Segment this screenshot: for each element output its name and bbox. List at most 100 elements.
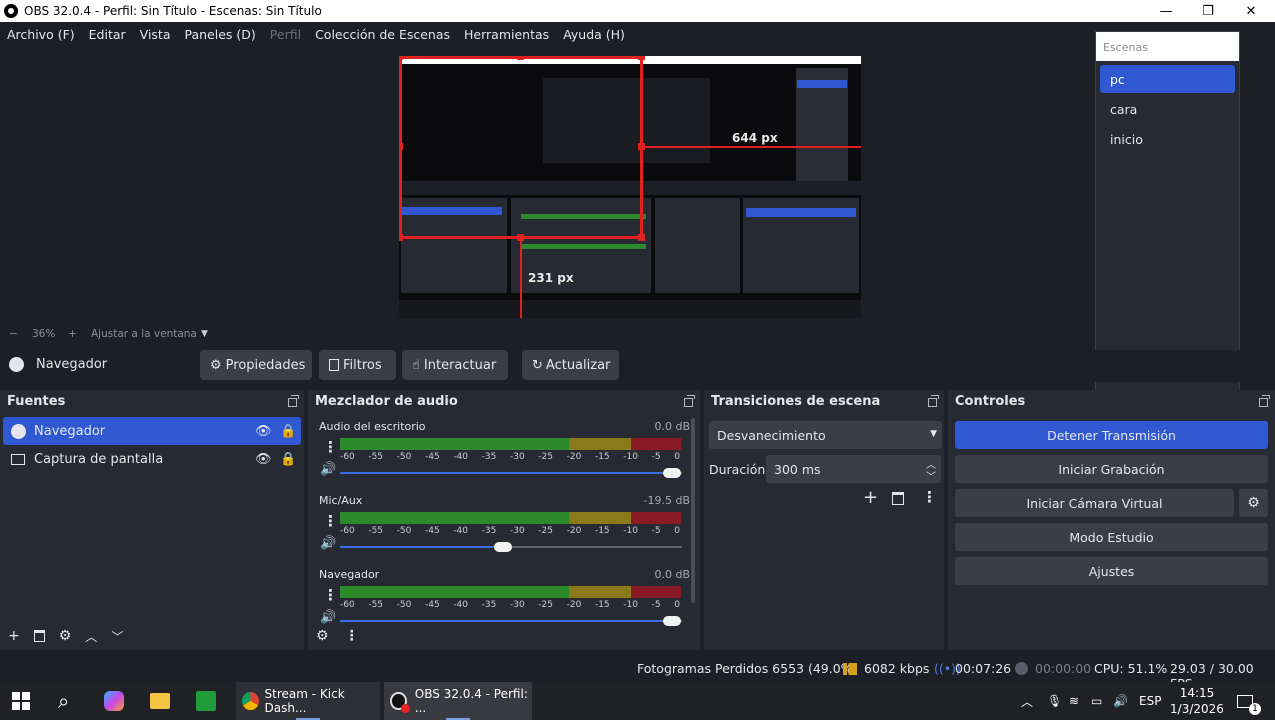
start-recording-button[interactable]: Iniciar Grabación (955, 455, 1268, 483)
mixer-menu-icon[interactable]: ⋮ (345, 628, 359, 644)
stop-streaming-button[interactable]: Detener Transmisión (955, 421, 1268, 449)
menu-herramientas[interactable]: Herramientas (457, 27, 556, 42)
menu-editar[interactable]: Editar (82, 27, 133, 42)
speaker-icon[interactable]: 🔊 (320, 462, 336, 477)
taskbar-app-stream[interactable]: Stream - Kick Dash... (236, 682, 380, 720)
windows-start-icon[interactable] (12, 682, 34, 720)
menu-vista[interactable]: Vista (133, 27, 178, 42)
file-explorer-icon[interactable] (150, 682, 170, 720)
lock-icon[interactable]: 🔒 (280, 424, 296, 439)
close-button[interactable]: ✕ (1230, 0, 1272, 22)
remove-source-icon[interactable] (33, 630, 45, 642)
lock-icon[interactable]: 🔒 (280, 452, 296, 467)
add-source-icon[interactable]: + (8, 628, 20, 644)
scene-item-cara[interactable]: cara (1100, 95, 1235, 123)
resize-handle-tr[interactable] (638, 56, 645, 60)
visibility-eye-icon[interactable]: 👁 (255, 424, 272, 439)
move-down-icon[interactable]: ﹀ (111, 628, 123, 645)
menu-coleccion-escenas[interactable]: Colección de Escenas (308, 27, 457, 42)
search-icon[interactable]: ⌕ (58, 682, 69, 720)
record-icon (1015, 662, 1028, 675)
scale-tick-label: -60 (340, 526, 355, 536)
menu-paneles[interactable]: Paneles (D) (178, 27, 263, 42)
width-guide (642, 146, 861, 148)
resize-handle-r[interactable] (638, 143, 645, 150)
volume-handle[interactable] (663, 468, 681, 478)
undock-icon[interactable] (928, 395, 939, 407)
language-indicator[interactable]: ESP (1139, 682, 1161, 720)
channel-menu-icon[interactable]: ⋮ (323, 512, 338, 530)
filters-button[interactable]: Filtros (319, 350, 396, 380)
scale-tick-label: -20 (566, 452, 582, 462)
volume-slider[interactable] (340, 468, 682, 478)
zoom-out-button[interactable]: − (9, 328, 18, 340)
resize-handle-bl[interactable] (399, 234, 403, 241)
filter-icon (329, 359, 339, 371)
start-virtual-camera-button[interactable]: Iniciar Cámara Virtual (955, 489, 1234, 517)
remove-transition-icon[interactable] (892, 492, 904, 505)
minimize-button[interactable]: — (1145, 0, 1187, 22)
scale-tick-label: -30 (509, 526, 525, 536)
add-transition-icon[interactable]: + (863, 487, 878, 508)
zoom-in-button[interactable]: + (68, 328, 77, 340)
menu-ayuda[interactable]: Ayuda (H) (556, 27, 632, 42)
studio-mode-button[interactable]: Modo Estudio (955, 523, 1268, 551)
scale-tick-label: -60 (340, 452, 355, 462)
volume-handle[interactable] (494, 542, 512, 552)
channel-menu-icon[interactable]: ⋮ (323, 586, 338, 604)
volume-icon[interactable]: 🔊 (1113, 682, 1128, 720)
advanced-audio-icon[interactable]: ⚙ (316, 628, 329, 644)
restore-button[interactable]: ❐ (1187, 0, 1229, 22)
virtual-camera-settings-icon[interactable]: ⚙ (1239, 489, 1268, 517)
fit-window-button[interactable]: Ajustar a la ventana (91, 328, 197, 340)
source-item-captura[interactable]: Captura de pantalla 👁 🔒 (3, 445, 301, 473)
show-hidden-icons-icon[interactable]: ︿ (1021, 682, 1033, 720)
settings-button[interactable]: Ajustes (955, 557, 1268, 585)
wifi-icon[interactable]: ≋ (1069, 682, 1079, 720)
resize-handle-l[interactable] (399, 143, 403, 150)
mixer-scrollbar[interactable] (691, 418, 695, 603)
channel-name: Audio del escritorio (319, 420, 426, 433)
transition-select[interactable]: Desvanecimiento ▼ (709, 421, 942, 449)
menu-perfil[interactable]: Perfil (263, 27, 308, 42)
volume-fill (340, 472, 672, 474)
resize-handle-br[interactable] (638, 234, 645, 241)
microphone-icon[interactable]: 🎙 (1047, 682, 1062, 720)
duration-spinbox[interactable]: 300 ms ︿ ﹀ (766, 455, 941, 483)
filters-label: Filtros (343, 357, 382, 373)
menu-archivo[interactable]: Archivo (F) (0, 27, 82, 42)
transition-menu-icon[interactable]: ⋮ (922, 488, 937, 506)
clock[interactable]: 14:15 1/3/2026 (1170, 682, 1224, 720)
resize-handle-t[interactable] (517, 56, 524, 60)
spin-down-icon[interactable]: ﹀ (926, 468, 936, 483)
notifications-icon[interactable]: 1 (1237, 682, 1265, 720)
move-up-icon[interactable]: ︿ (85, 628, 97, 645)
taskbar-app-obs[interactable]: OBS 32.0.4 - Perfil: ... (384, 682, 532, 720)
channel-meter (340, 438, 681, 450)
scene-item-inicio[interactable]: inicio (1100, 125, 1235, 153)
interact-button[interactable]: ☝ Interactuar (402, 350, 508, 380)
resize-handle-tl[interactable] (399, 56, 403, 60)
channel-menu-icon[interactable]: ⋮ (323, 438, 338, 456)
undock-icon[interactable] (1259, 395, 1270, 407)
copilot-icon[interactable] (104, 682, 124, 720)
taskbar: ⌕ Stream - Kick Dash... OBS 32.0.4 - Per… (0, 682, 1275, 720)
zoom-menu-icon[interactable]: ▼ (201, 329, 208, 339)
speaker-icon[interactable]: 🔊 (320, 536, 336, 551)
source-item-navegador[interactable]: Navegador 👁 🔒 (3, 417, 301, 445)
scene-item-pc[interactable]: pc (1100, 65, 1235, 93)
xbox-icon[interactable] (196, 682, 216, 720)
refresh-button[interactable]: ↻ Actualizar (522, 350, 619, 380)
undock-icon[interactable] (684, 395, 695, 407)
resize-handle-b[interactable] (517, 234, 524, 241)
visibility-eye-icon[interactable]: 👁 (255, 452, 272, 467)
scale-tick-label: -15 (594, 452, 610, 462)
source-settings-icon[interactable]: ⚙ (59, 628, 72, 644)
scenes-search-input[interactable]: Escenas (1096, 32, 1239, 61)
volume-slider[interactable] (340, 542, 682, 552)
undock-icon[interactable] (288, 395, 299, 407)
properties-button[interactable]: ⚙ Propiedades (200, 350, 312, 380)
battery-icon[interactable]: ▭ (1091, 682, 1102, 720)
preview-canvas[interactable]: 644 px 231 px (399, 56, 861, 318)
preview-mini-taskbar (399, 300, 861, 318)
